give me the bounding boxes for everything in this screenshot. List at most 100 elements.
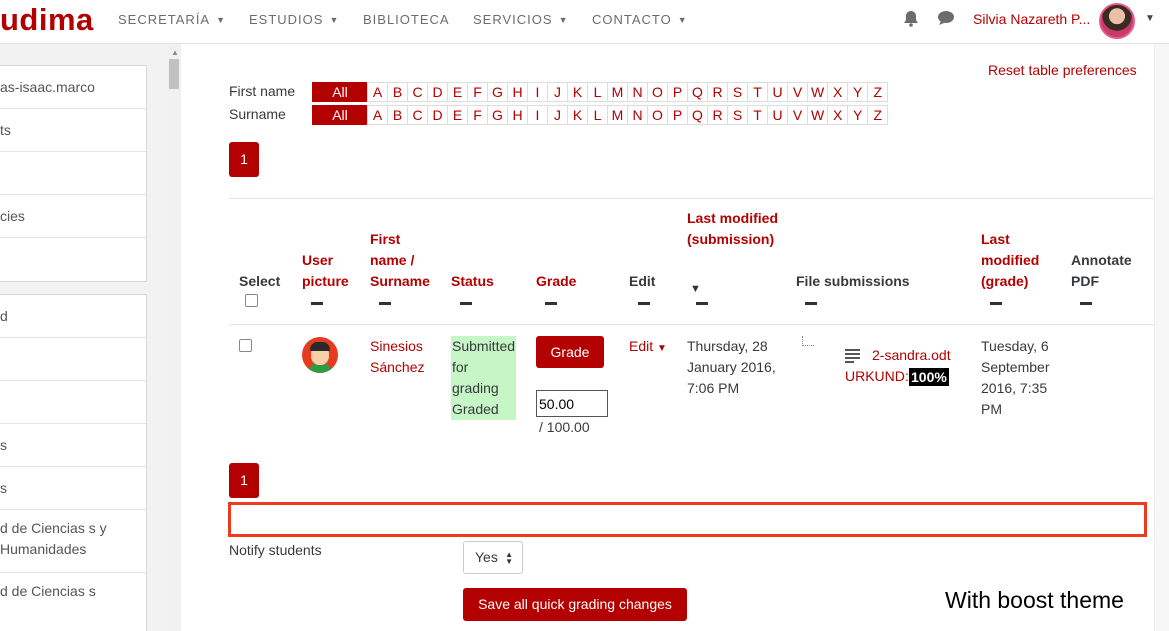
notify-students-select[interactable]: Yes ▲ ▼ xyxy=(463,541,523,574)
surname-filter-letter[interactable]: E xyxy=(447,105,468,125)
pagination-page-1[interactable]: 1 xyxy=(229,142,259,177)
nav-biblioteca[interactable]: BIBLIOTECA xyxy=(363,12,450,27)
first-name-filter-letter[interactable]: Q xyxy=(687,82,708,102)
first-name-filter-letter[interactable]: A xyxy=(367,82,388,102)
first-name-filter-letter[interactable]: U xyxy=(767,82,788,102)
surname-filter-all[interactable]: All xyxy=(312,105,368,125)
header-user-picture[interactable]: User picture xyxy=(302,250,362,292)
drawer-scrollbar[interactable]: ▲ xyxy=(167,44,181,631)
drawer-item[interactable]: d xyxy=(0,295,146,338)
first-name-filter-letter[interactable]: P xyxy=(667,82,688,102)
surname-filter-letter[interactable]: D xyxy=(427,105,448,125)
pagination-page-1-bottom[interactable]: 1 xyxy=(229,463,259,498)
nav-secretaria[interactable]: SECRETARÍA ▼ xyxy=(118,12,226,27)
first-name-filter-letter[interactable]: S xyxy=(727,82,748,102)
surname-filter-letter[interactable]: N xyxy=(627,105,648,125)
first-name-filter-letter[interactable]: F xyxy=(467,82,488,102)
surname-filter-letter[interactable]: I xyxy=(527,105,548,125)
surname-filter-letter[interactable]: Z xyxy=(867,105,889,125)
first-name-filter-letter[interactable]: Z xyxy=(867,82,889,102)
first-name-filter-all[interactable]: All xyxy=(312,82,368,102)
bell-icon[interactable] xyxy=(903,10,919,32)
surname-filter-letter[interactable]: W xyxy=(807,105,829,125)
surname-filter-letter[interactable]: G xyxy=(487,105,508,125)
first-name-filter-letter[interactable]: I xyxy=(527,82,548,102)
drawer-item[interactable] xyxy=(0,152,146,195)
first-name-filter-letter[interactable]: N xyxy=(627,82,648,102)
surname-filter-letter[interactable]: T xyxy=(747,105,768,125)
scroll-up-icon[interactable]: ▲ xyxy=(171,48,179,57)
first-name-filter-letter[interactable]: R xyxy=(707,82,728,102)
user-avatar[interactable] xyxy=(302,337,338,373)
first-name-filter-letter[interactable]: W xyxy=(807,82,829,102)
hide-column-icon[interactable] xyxy=(460,302,472,305)
surname-filter-letter[interactable]: J xyxy=(547,105,568,125)
surname-filter-letter[interactable]: R xyxy=(707,105,728,125)
drawer-item[interactable]: d de Ciencias s y Humanidades xyxy=(0,510,146,573)
surname-filter-letter[interactable]: S xyxy=(727,105,748,125)
sort-desc-icon[interactable]: ▼ xyxy=(690,279,701,300)
edit-menu[interactable]: Edit ▼ xyxy=(629,336,667,359)
surname-filter-letter[interactable]: K xyxy=(567,105,588,125)
surname-filter-letter[interactable]: C xyxy=(407,105,428,125)
header-last-modified-grade[interactable]: Last modified (grade) xyxy=(981,229,1051,292)
first-name-filter-letter[interactable]: B xyxy=(387,82,408,102)
save-quick-grading-button[interactable]: Save all quick grading changes xyxy=(463,588,687,621)
site-logo[interactable]: udima xyxy=(0,2,94,38)
drawer-item[interactable]: s xyxy=(0,424,146,467)
first-name-filter-letter[interactable]: G xyxy=(487,82,508,102)
header-name[interactable]: First name / Surname xyxy=(370,229,440,292)
first-name-filter-letter[interactable]: T xyxy=(747,82,768,102)
hide-column-icon[interactable] xyxy=(545,302,557,305)
reset-table-preferences-link[interactable]: Reset table preferences xyxy=(988,62,1137,78)
drawer-item[interactable]: as-isaac.marco xyxy=(0,66,146,109)
quick-grade-input[interactable] xyxy=(536,390,608,417)
surname-filter-letter[interactable]: V xyxy=(787,105,808,125)
nav-contacto[interactable]: CONTACTO ▼ xyxy=(592,12,688,27)
surname-filter-letter[interactable]: M xyxy=(607,105,628,125)
surname-filter-letter[interactable]: Q xyxy=(687,105,708,125)
student-surname-link[interactable]: Sánchez xyxy=(370,357,424,378)
chat-icon[interactable] xyxy=(937,10,955,31)
surname-filter-letter[interactable]: F xyxy=(467,105,488,125)
drawer-item[interactable]: cies xyxy=(0,195,146,238)
student-first-name-link[interactable]: Sinesios xyxy=(370,336,423,357)
file-link[interactable]: 2-sandra.odt xyxy=(872,345,951,366)
header-grade[interactable]: Grade xyxy=(536,271,576,292)
header-last-modified-submission[interactable]: Last modified (submission) xyxy=(687,208,782,250)
hide-column-icon[interactable] xyxy=(311,302,323,305)
scroll-thumb[interactable] xyxy=(169,59,179,89)
drawer-item[interactable]: d de Ciencias s xyxy=(0,573,146,631)
surname-filter-letter[interactable]: X xyxy=(827,105,849,125)
surname-filter-letter[interactable]: Y xyxy=(847,105,869,125)
hide-column-icon[interactable] xyxy=(990,302,1002,305)
drawer-item[interactable]: s xyxy=(0,467,146,510)
chevron-down-icon[interactable]: ▼ xyxy=(1145,13,1155,24)
surname-filter-letter[interactable]: P xyxy=(667,105,688,125)
surname-filter-letter[interactable]: B xyxy=(387,105,408,125)
surname-filter-letter[interactable]: L xyxy=(587,105,608,125)
nav-estudios[interactable]: ESTUDIOS ▼ xyxy=(249,12,339,27)
first-name-filter-letter[interactable]: J xyxy=(547,82,568,102)
select-all-checkbox[interactable] xyxy=(245,294,258,307)
grade-button[interactable]: Grade xyxy=(536,336,604,368)
surname-filter-letter[interactable]: A xyxy=(367,105,388,125)
first-name-filter-letter[interactable]: C xyxy=(407,82,428,102)
first-name-filter-letter[interactable]: X xyxy=(827,82,849,102)
first-name-filter-letter[interactable]: L xyxy=(587,82,608,102)
urkund-score-badge[interactable]: 100% xyxy=(909,368,949,386)
header-status[interactable]: Status xyxy=(451,271,494,292)
drawer-item[interactable] xyxy=(0,338,146,381)
first-name-filter-letter[interactable]: M xyxy=(607,82,628,102)
first-name-filter-letter[interactable]: Y xyxy=(847,82,869,102)
first-name-filter-letter[interactable]: V xyxy=(787,82,808,102)
first-name-filter-letter[interactable]: O xyxy=(647,82,668,102)
hide-column-icon[interactable] xyxy=(1080,302,1092,305)
nav-servicios[interactable]: SERVICIOS ▼ xyxy=(473,12,568,27)
urkund-label[interactable]: URKUND: xyxy=(845,366,909,387)
surname-filter-letter[interactable]: H xyxy=(507,105,528,125)
drawer-item[interactable] xyxy=(0,238,146,281)
surname-filter-letter[interactable]: O xyxy=(647,105,668,125)
drawer-item[interactable] xyxy=(0,381,146,424)
surname-filter-letter[interactable]: U xyxy=(767,105,788,125)
